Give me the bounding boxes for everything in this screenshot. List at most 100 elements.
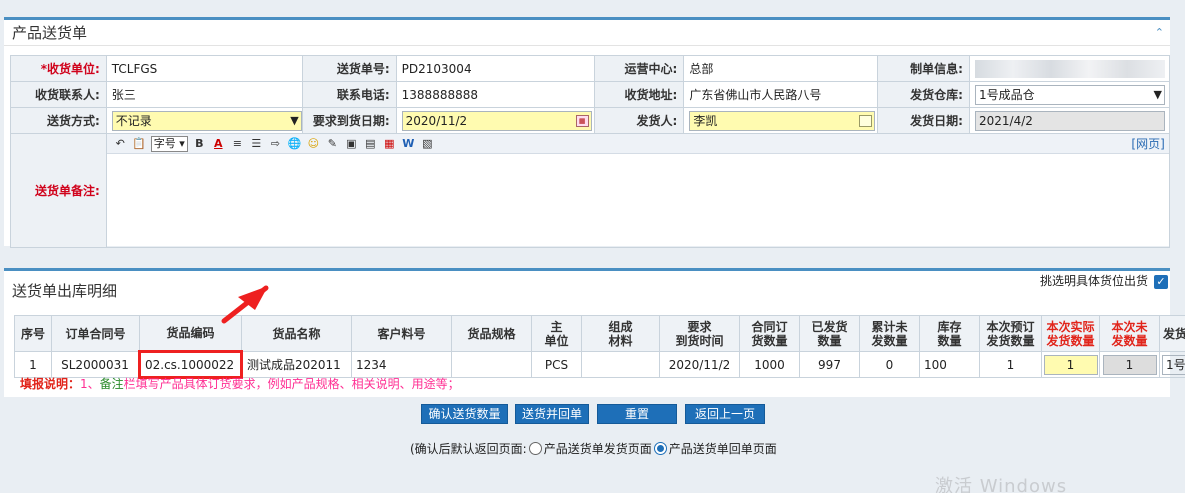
col-item-name: 货品名称	[241, 315, 352, 352]
user-picker-icon[interactable]	[859, 114, 873, 127]
ordered-list-icon[interactable]: ☰	[249, 136, 264, 151]
cell-remaining-qty: 1	[1099, 351, 1160, 378]
cell-order-no: SL2000031	[51, 351, 140, 378]
contact-value[interactable]: 张三	[105, 81, 303, 108]
ops-center-value: 总部	[683, 55, 879, 82]
preview-icon[interactable]: ▧	[420, 136, 435, 151]
bold-icon[interactable]: B	[192, 136, 207, 151]
col-shipped-qty: 已发货 数量	[799, 315, 860, 352]
phone-label: 联系电话:	[301, 81, 397, 108]
receiver-unit-value[interactable]: TCLFGS	[105, 55, 303, 82]
creator-value	[968, 55, 1171, 82]
col-planned-qty: 本次预订 发货数量	[979, 315, 1042, 352]
pick-location-checkbox[interactable]: ✓	[1154, 275, 1168, 289]
row-warehouse-select[interactable]: 1号成	[1162, 354, 1185, 375]
warehouse-cell: 1号成品仓 ▼	[968, 81, 1171, 108]
return-prefix: (确认后默认返回页面:	[410, 442, 527, 456]
shipper-value: 李凯	[693, 113, 718, 128]
cell-planned-qty: 1	[979, 351, 1042, 378]
ship-date-cell: 2021/4/2	[968, 107, 1171, 134]
cell-req-time: 2020/11/2	[659, 351, 740, 378]
note-highlight: 备注	[99, 377, 124, 391]
col-unshipped-qty: 累计未 发数量	[859, 315, 920, 352]
edit-icon[interactable]: ✎	[325, 136, 340, 151]
cell-actual-qty: 1	[1041, 351, 1100, 378]
col-material: 组成 材料	[581, 315, 660, 352]
col-customer-part: 客户料号	[351, 315, 452, 352]
address-value[interactable]: 广东省佛山市人民路八号	[683, 81, 879, 108]
ship-date-label: 发货日期:	[877, 107, 970, 134]
radio-return-send-page[interactable]	[528, 442, 542, 455]
cell-material	[581, 351, 660, 378]
delivery-no-value: PD2103004	[395, 55, 595, 82]
fill-instruction: 填报说明：1、备注栏填写产品具体订货要求，例如产品规格、相关说明、用途等；	[20, 375, 460, 392]
table-row: 1 SL2000031 02.cs.1000022 测试成品202011 123…	[14, 350, 1185, 379]
method-select-value: 不记录	[115, 113, 152, 128]
ops-center-label: 运营中心:	[593, 55, 685, 82]
req-date-label: 要求到货日期:	[301, 107, 397, 134]
html-mode-link[interactable]: [网页]	[1131, 135, 1164, 152]
calendar-icon[interactable]: ▦	[575, 114, 589, 127]
word-icon[interactable]: W	[401, 136, 416, 151]
warehouse-select[interactable]: 1号成品仓 ▼	[974, 84, 1165, 105]
align-left-icon[interactable]: ≡	[230, 136, 245, 151]
method-label: 送货方式:	[10, 107, 107, 134]
method-cell: 不记录 ▼	[105, 107, 303, 134]
radio-return-receipt-page[interactable]	[653, 442, 667, 455]
panel-title-text: 产品送货单	[12, 24, 88, 42]
back-button[interactable]: 返回上一页	[685, 404, 765, 424]
paste-icon[interactable]: 📋	[132, 136, 147, 151]
col-contract-qty: 合同订 货数量	[739, 315, 800, 352]
cell-shipped-qty: 997	[799, 351, 860, 378]
cell-warehouse: 1号成	[1159, 351, 1185, 378]
cell-item-code: 02.cs.1000022	[138, 350, 243, 379]
emoji-icon[interactable]: ☺	[306, 136, 321, 151]
blurred-creator-info	[974, 59, 1165, 78]
indent-icon[interactable]: ⇨	[268, 136, 283, 151]
table-icon[interactable]: ▦	[382, 136, 397, 151]
return-page-options: (确认后默认返回页面: 产品送货单发货页面 产品送货单回单页面	[410, 440, 777, 457]
save-icon[interactable]: ▤	[363, 136, 378, 151]
creator-label: 制单信息:	[877, 55, 970, 82]
req-date-input[interactable]: 2020/11/2 ▦	[401, 110, 592, 131]
remaining-qty-input: 1	[1102, 354, 1157, 375]
note-text: 栏填写产品具体订货要求，例如产品规格、相关说明、用途等；	[123, 377, 460, 391]
col-actual-qty: 本次实际 发货数量	[1041, 315, 1100, 352]
image-icon[interactable]: ▣	[344, 136, 359, 151]
phone-value[interactable]: 1388888888	[395, 81, 595, 108]
col-unit: 主单位	[531, 315, 582, 352]
req-date-cell: 2020/11/2 ▦	[395, 107, 595, 134]
send-and-receipt-button[interactable]: 送货并回单	[515, 404, 589, 424]
cell-unshipped-qty: 0	[859, 351, 920, 378]
col-item-code: 货品编码	[139, 315, 242, 352]
radio-label-receipt-page: 产品送货单回单页面	[668, 442, 777, 456]
actual-qty-input[interactable]: 1	[1043, 354, 1098, 375]
note-prefix: 填报说明：	[20, 377, 81, 391]
col-order-no: 订单合同号	[51, 315, 140, 352]
receiver-unit-label: *收货单位:	[10, 55, 107, 82]
cell-spec	[451, 351, 532, 378]
detail-title-text: 送货单出库明细	[12, 282, 118, 300]
col-req-time: 要求 到货时间	[659, 315, 740, 352]
col-remaining-qty: 本次未 发数量	[1099, 315, 1160, 352]
link-icon[interactable]: 🌐	[287, 136, 302, 151]
shipper-label: 发货人:	[593, 107, 685, 134]
cell-item-name: 测试成品202011	[241, 351, 352, 378]
warehouse-select-value: 1号成品仓	[978, 87, 1035, 102]
chevron-down-icon: ▼	[290, 113, 299, 127]
cell-stock-qty: 100	[919, 351, 980, 378]
font-color-icon[interactable]: A	[211, 136, 226, 151]
font-size-select[interactable]: 字号 ▾	[150, 135, 188, 152]
confirm-qty-button[interactable]: 确认送货数量	[421, 404, 508, 424]
shipper-input[interactable]: 李凯	[689, 110, 876, 131]
cell-unit: PCS	[531, 351, 582, 378]
undo-icon[interactable]: ↶	[113, 136, 128, 151]
rich-text-editor[interactable]: ↶ 📋 字号 ▾ B A ≡ ☰ ⇨ 🌐 ☺ ✎ ▣ ▤ ▦ W ▧ [网页]	[107, 134, 1169, 247]
method-select[interactable]: 不记录 ▼	[111, 110, 302, 131]
col-spec: 货品规格	[451, 315, 532, 352]
shipper-cell: 李凯	[683, 107, 879, 134]
delivery-form-panel: 产品送货单 ⌃ *收货单位: TCLFGS 送货单号: PD2103004 运营…	[4, 17, 1171, 248]
panel-title: 产品送货单 ⌃	[4, 20, 1170, 46]
chevron-double-up-icon[interactable]: ⌃	[1155, 20, 1164, 46]
reset-button[interactable]: 重置	[597, 404, 677, 424]
